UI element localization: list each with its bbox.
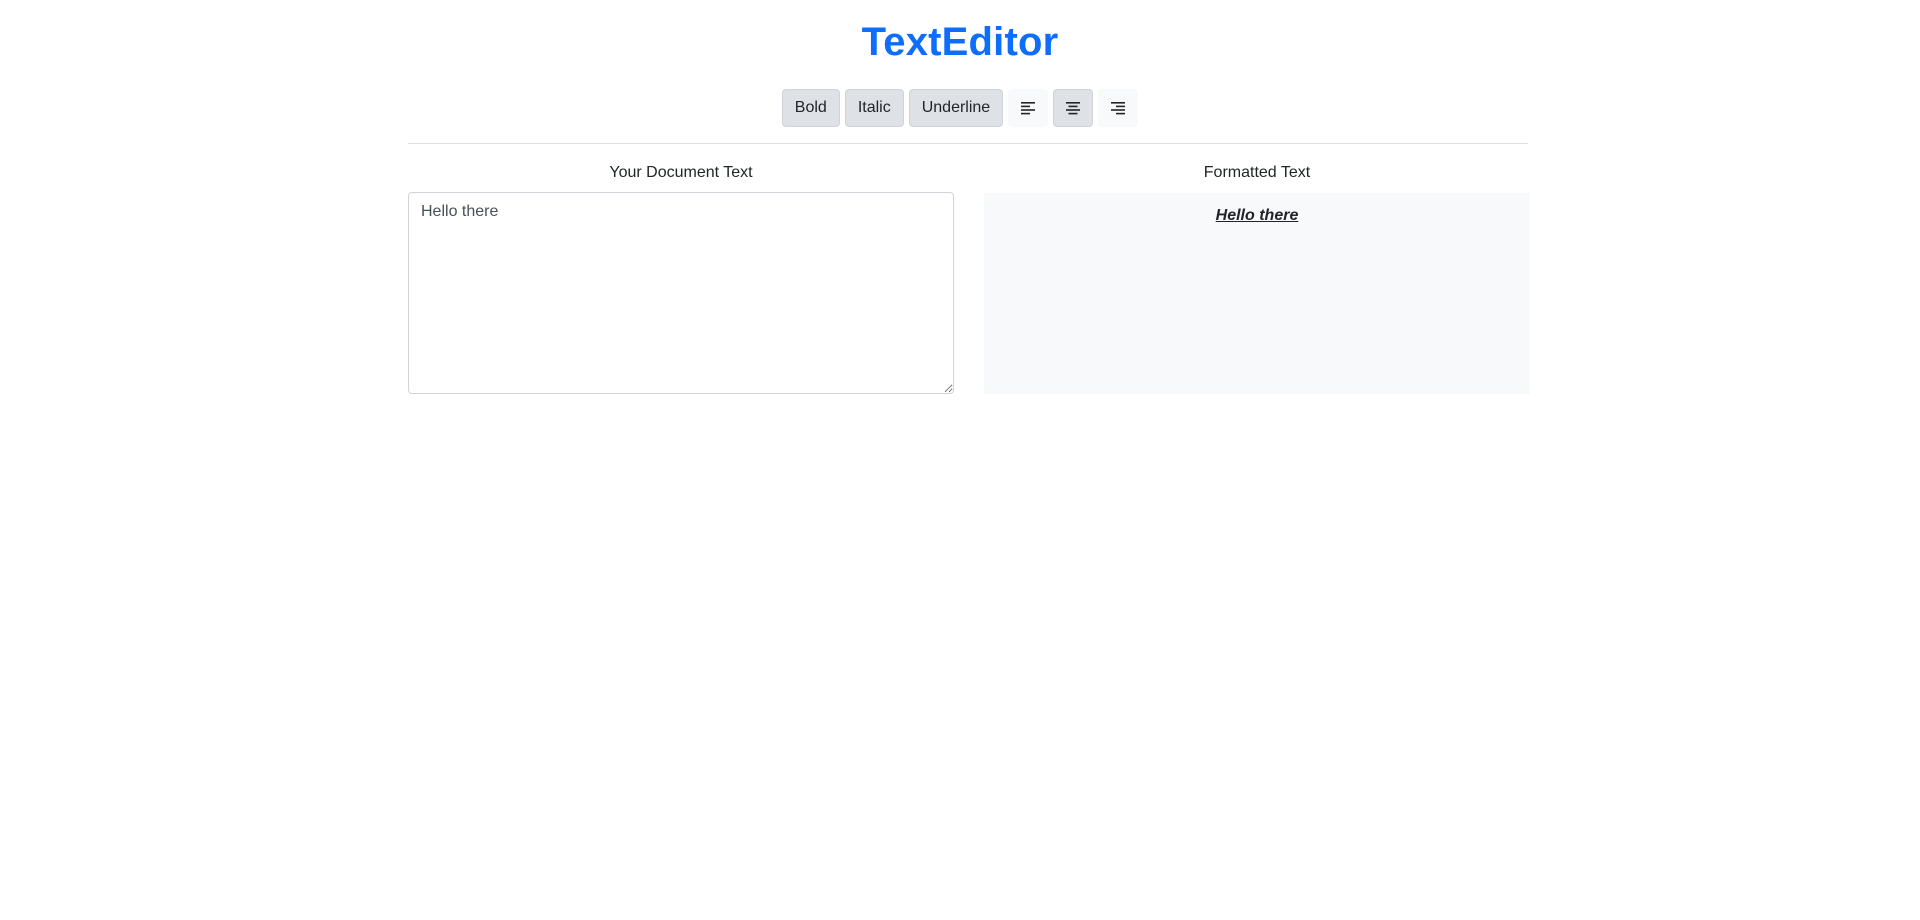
app-title: TextEditor — [861, 20, 1059, 64]
formatted-text-preview: Hello there — [984, 193, 1530, 394]
document-text-input[interactable]: Hello there — [408, 192, 954, 394]
align-right-button[interactable] — [1098, 89, 1139, 127]
underline-button[interactable]: Underline — [908, 89, 1004, 127]
formatted-text-content: Hello there — [1215, 207, 1299, 224]
toolbar-divider — [408, 143, 1528, 144]
align-left-icon — [1021, 102, 1036, 115]
align-right-icon — [1111, 102, 1126, 115]
formatting-toolbar: Bold Italic Underline — [0, 89, 1920, 127]
align-left-button[interactable] — [1008, 89, 1049, 127]
align-center-icon — [1066, 102, 1081, 115]
align-center-button[interactable] — [1053, 89, 1094, 127]
bold-button[interactable]: Bold — [781, 89, 840, 127]
formatted-text-label: Formatted Text — [1203, 164, 1311, 181]
document-text-label: Your Document Text — [609, 164, 753, 181]
text-editor-app: TextEditor Bold Italic Underline Your Do… — [0, 0, 1920, 920]
italic-button[interactable]: Italic — [844, 89, 904, 127]
